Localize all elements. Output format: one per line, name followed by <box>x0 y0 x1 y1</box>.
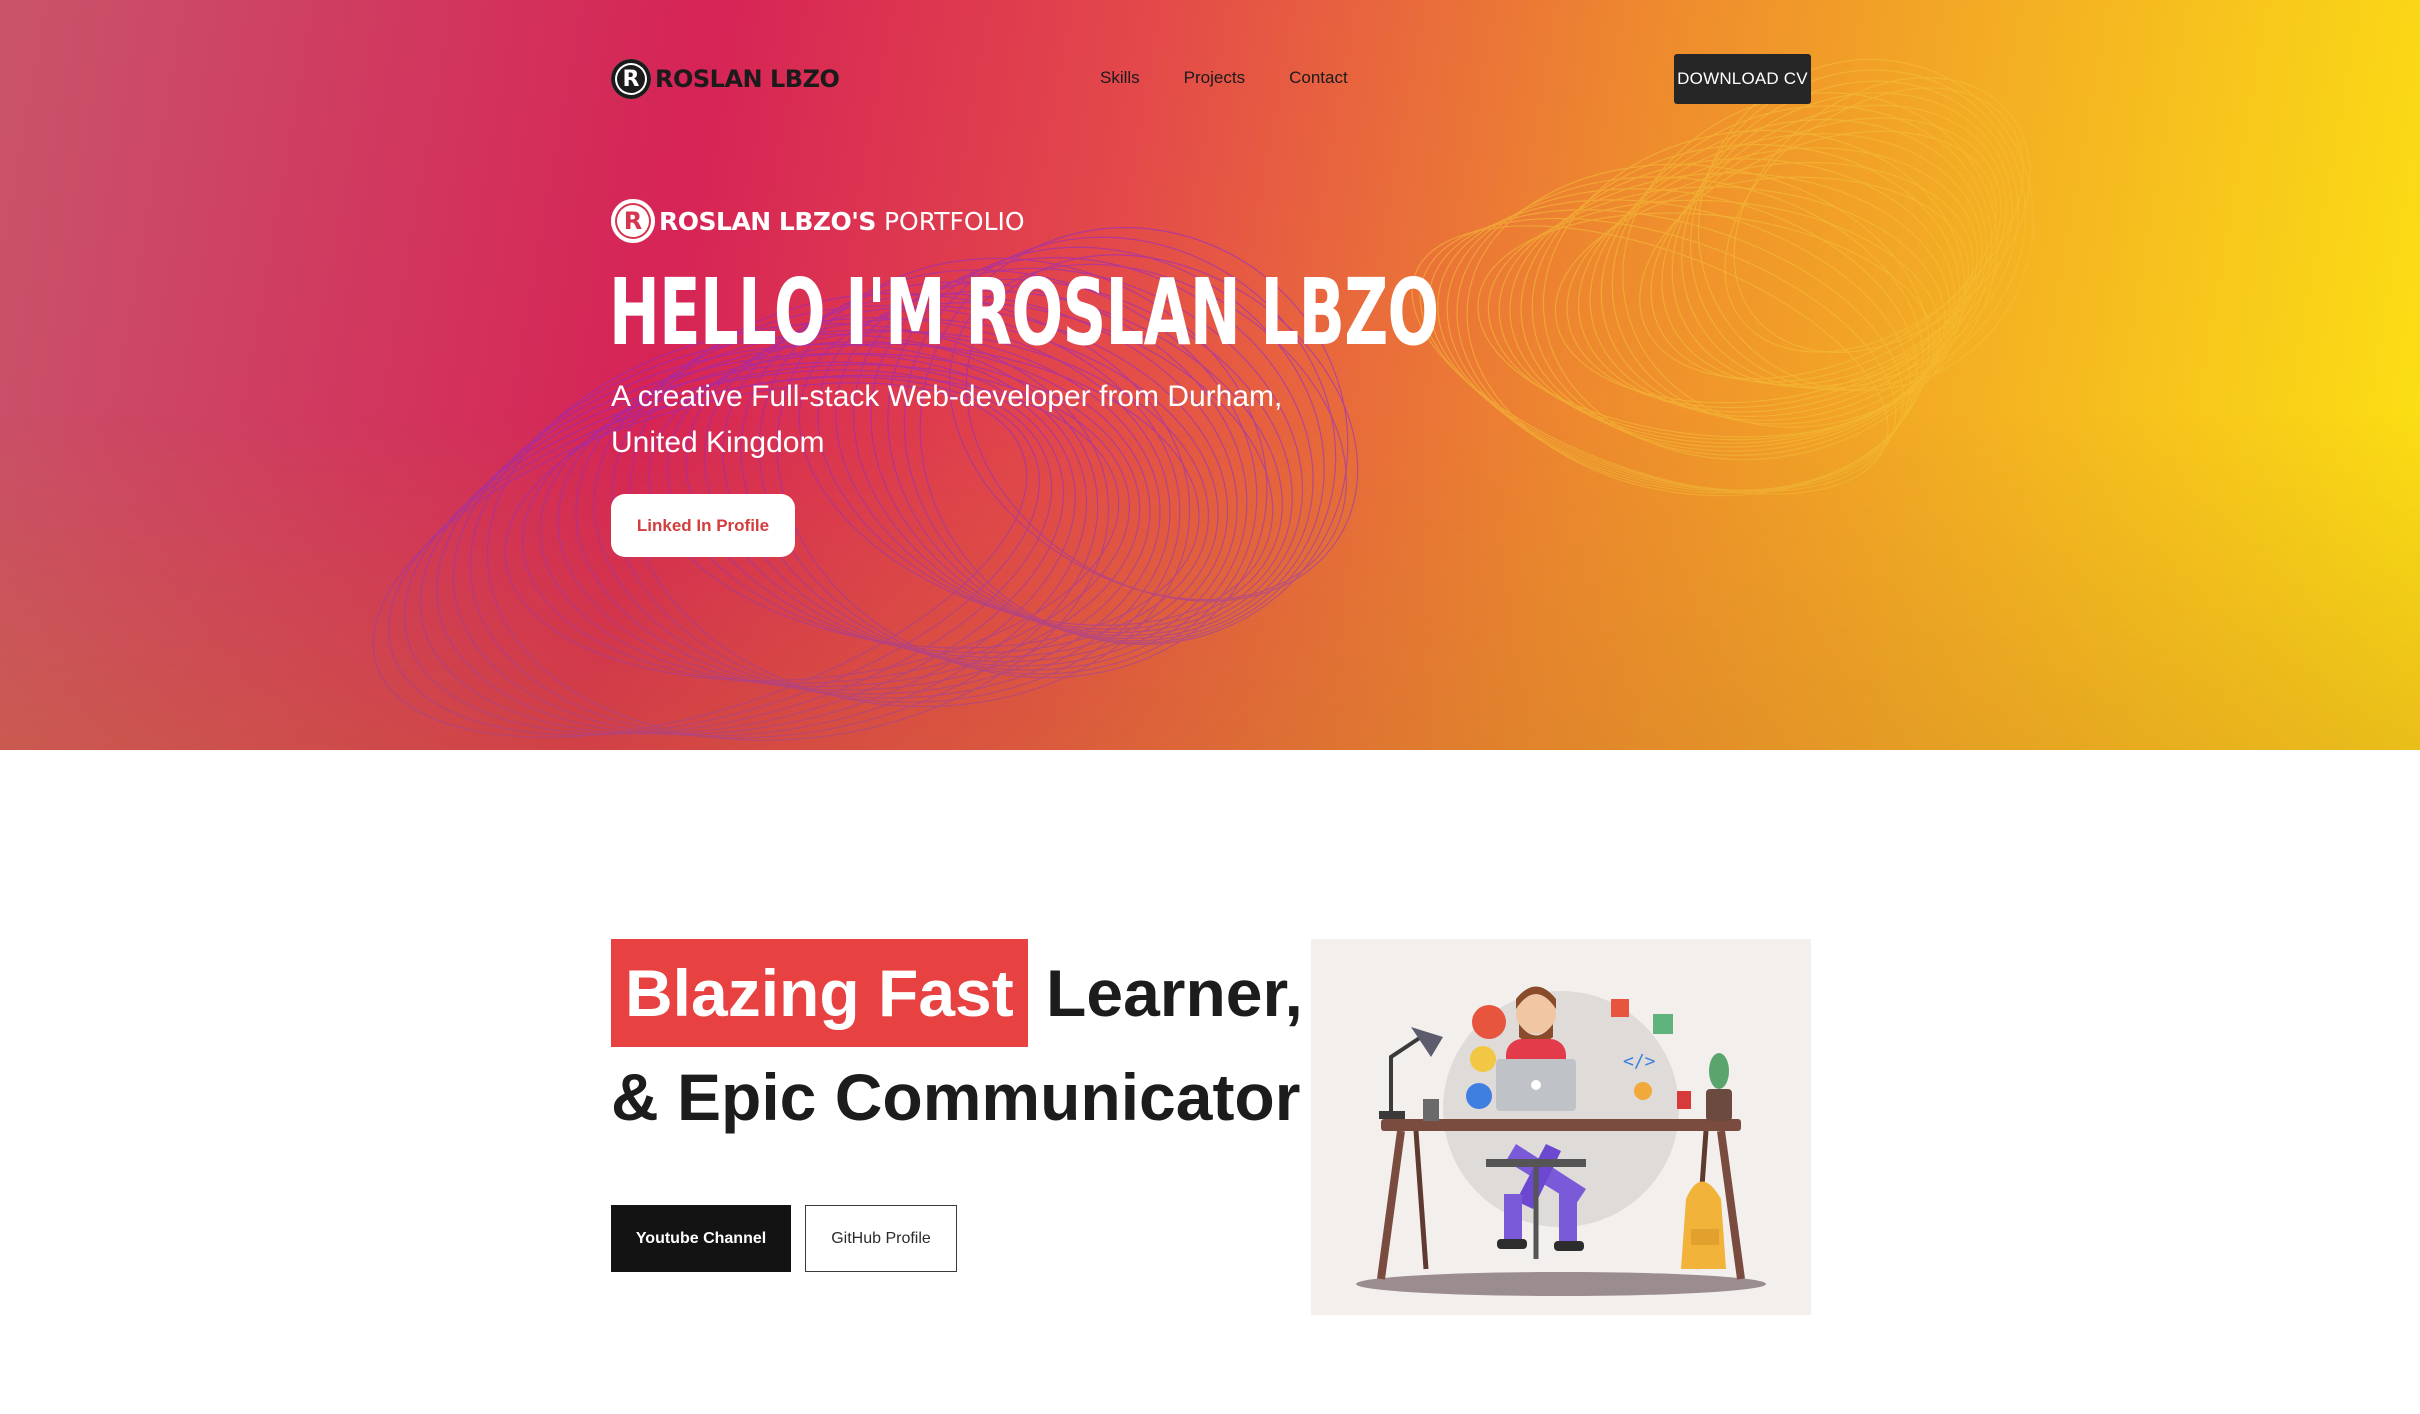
nav-links: Skills Projects Contact <box>1100 68 1392 88</box>
developer-illustration: </> <box>1311 939 1811 1315</box>
headline-line-2: & Epic Communicator <box>611 1060 1301 1134</box>
nav-link-projects[interactable]: Projects <box>1184 68 1245 88</box>
github-profile-button[interactable]: GitHub Profile <box>805 1205 957 1272</box>
developer-at-desk-image: </> <box>1356 986 1766 1296</box>
linkedin-profile-button[interactable]: Linked In Profile <box>611 494 795 557</box>
nav-link-skills[interactable]: Skills <box>1100 68 1140 88</box>
logo-badge-icon: R <box>611 59 651 99</box>
hero-title: HELLO I'M ROSLAN LBZO <box>609 259 1439 366</box>
hero-section: R ROSLAN LBZO Skills Projects Contact DO… <box>0 0 2420 750</box>
headline-highlight: Blazing Fast <box>611 939 1028 1047</box>
headline-line-1: Blazing Fast Learner, <box>611 939 1303 1047</box>
svg-text:</>: </> <box>1623 1051 1656 1072</box>
headline-rest: Learner, <box>1027 956 1303 1030</box>
nav-link-contact[interactable]: Contact <box>1289 68 1348 88</box>
brand-badge-icon: R <box>611 199 655 243</box>
portfolio-brand: R ROSLAN LBZO'S PORTFOLIO <box>611 199 1025 243</box>
nav-logo[interactable]: R ROSLAN LBZO <box>611 59 840 99</box>
youtube-channel-button[interactable]: Youtube Channel <box>611 1205 791 1272</box>
brand-name: ROSLAN LBZO'S <box>659 206 876 236</box>
logo-text: ROSLAN LBZO <box>655 65 840 93</box>
download-cv-button[interactable]: DOWNLOAD CV <box>1674 54 1811 104</box>
hero-subtitle: A creative Full-stack Web-developer from… <box>611 380 1283 459</box>
brand-suffix: PORTFOLIO <box>883 206 1025 236</box>
about-headline: Blazing Fast Learner, & Epic Communicato… <box>611 939 1303 1134</box>
